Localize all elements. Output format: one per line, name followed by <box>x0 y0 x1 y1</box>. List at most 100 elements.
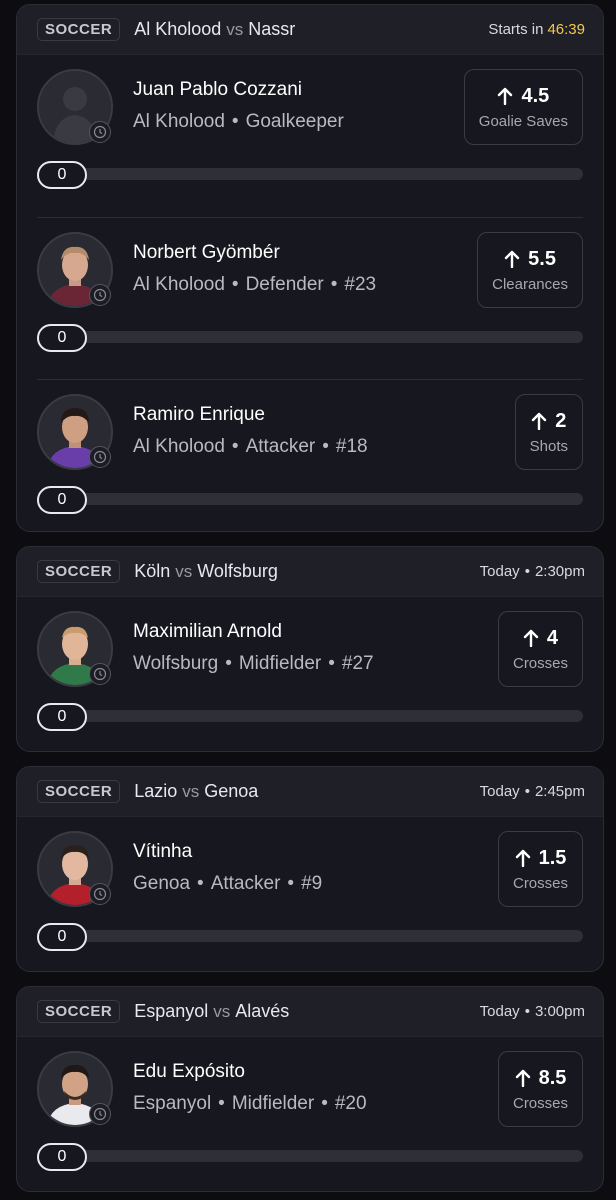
player-team: Genoa <box>133 873 191 894</box>
progress-value: 0 <box>37 161 87 189</box>
match-title[interactable]: Lazio vs Genoa <box>134 781 258 802</box>
clock-icon <box>89 663 111 685</box>
player-number: #20 <box>334 1093 367 1114</box>
clock-icon <box>89 446 111 468</box>
player-team: Espanyol <box>133 1093 212 1114</box>
clock-icon <box>89 121 111 143</box>
sport-badge: SOCCER <box>37 780 121 803</box>
player-position: Goalkeeper <box>245 111 344 132</box>
stat-label: Crosses <box>512 1094 568 1112</box>
arrow-up-icon <box>504 250 520 268</box>
player-row[interactable]: Edu Expósito Espanyol • Midfielder • #20 8.5… <box>37 1037 583 1191</box>
stat-label: Goalie Saves <box>478 112 568 130</box>
projection-button[interactable]: 4 Crosses <box>497 611 583 687</box>
arrow-up-icon <box>498 87 513 105</box>
away-team: Genoa <box>204 781 259 801</box>
player-number: #27 <box>341 653 374 674</box>
time-day: Today <box>479 563 520 580</box>
player-team: Al Kholood <box>133 111 225 132</box>
player-row[interactable]: Juan Pablo Cozzani Al Kholood • Goalkeeper… <box>37 55 583 217</box>
line-value: 4 <box>546 626 559 649</box>
home-team: Espanyol <box>134 1001 209 1021</box>
vs-label: vs <box>213 1002 231 1021</box>
match-header: SOCCER Lazio vs Genoa Today • 2:45pm <box>17 767 603 817</box>
progress-value: 0 <box>37 923 87 951</box>
stat-label: Crosses <box>512 654 568 672</box>
line-value: 5.5 <box>528 247 556 270</box>
player-info: Al Kholood • Attacker • #18 <box>133 436 368 457</box>
line-value: 1.5 <box>538 846 567 869</box>
player-name: Maximilian Arnold <box>133 621 282 642</box>
player-name: Juan Pablo Cozzani <box>133 79 302 100</box>
player-row[interactable]: Vítinha Genoa • Attacker • #9 1.5 Crosses 0 <box>37 817 583 971</box>
progress-track <box>37 1150 583 1162</box>
vs-label: vs <box>226 20 244 39</box>
sport-badge: SOCCER <box>37 560 121 583</box>
home-team: Al Kholood <box>134 19 222 39</box>
match-title[interactable]: Espanyol vs Alavés <box>134 1001 289 1022</box>
player-team: Wolfsburg <box>133 653 219 674</box>
player-info: Al Kholood • Goalkeeper <box>133 111 344 132</box>
line-value: 4.5 <box>521 84 550 107</box>
projection-button[interactable]: 2 Shots <box>514 394 583 470</box>
home-team: Köln <box>134 561 171 581</box>
player-row[interactable]: Norbert Gyömbér Al Kholood • Defender • #23 … <box>37 217 583 379</box>
projection-button[interactable]: 5.5 Clearances <box>477 232 583 308</box>
player-row[interactable]: Maximilian Arnold Wolfsburg • Midfielder • #… <box>37 597 583 751</box>
away-team: Alavés <box>235 1001 290 1021</box>
start-time: Today • 2:45pm <box>479 783 585 800</box>
match-header: SOCCER Espanyol vs Alavés Today • 3:00pm <box>17 987 603 1037</box>
vs-label: vs <box>182 782 200 801</box>
player-position: Midfielder <box>231 1093 315 1114</box>
player-position: Midfielder <box>238 653 322 674</box>
arrow-up-icon <box>515 1069 530 1087</box>
start-time: Today • 2:30pm <box>479 563 585 580</box>
stat-label: Clearances <box>492 275 568 293</box>
arrow-up-icon <box>532 412 547 430</box>
match-header: SOCCER Al Kholood vs Nassr Starts in 46:39 <box>17 5 603 55</box>
stat-label: Shots <box>529 437 568 455</box>
away-team: Nassr <box>248 19 296 39</box>
time-day: Today <box>479 1003 520 1020</box>
progress-track <box>37 331 583 343</box>
progress-value: 0 <box>37 1143 87 1171</box>
progress-track <box>37 168 583 180</box>
projection-button[interactable]: 1.5 Crosses <box>497 831 583 907</box>
projection-button[interactable]: 4.5 Goalie Saves <box>463 69 583 145</box>
projection-button[interactable]: 8.5 Crosses <box>497 1051 583 1127</box>
time-prefix: Starts in <box>488 21 544 38</box>
player-name: Ramiro Enrique <box>133 404 265 425</box>
time-value: 2:30pm <box>534 563 585 580</box>
player-row[interactable]: Ramiro Enrique Al Kholood • Attacker • #18 2… <box>37 379 583 531</box>
match-card: SOCCER Lazio vs Genoa Today • 2:45pm Vítinha… <box>16 766 604 972</box>
clock-icon <box>89 284 111 306</box>
player-info: Al Kholood • Defender • #23 <box>133 274 377 295</box>
start-time: Starts in 46:39 <box>488 21 585 38</box>
line-value: 2 <box>555 409 567 432</box>
clock-icon <box>89 883 111 905</box>
player-team: Al Kholood <box>133 436 225 457</box>
arrow-up-icon <box>523 629 539 647</box>
player-name: Norbert Gyömbér <box>133 242 280 263</box>
player-info: Espanyol • Midfielder • #20 <box>133 1093 367 1114</box>
match-title[interactable]: Al Kholood vs Nassr <box>134 19 295 40</box>
clock-icon <box>89 1103 111 1125</box>
player-position: Attacker <box>245 436 316 457</box>
sport-badge: SOCCER <box>37 18 121 41</box>
time-value: 3:00pm <box>534 1003 585 1020</box>
progress-track <box>37 710 583 722</box>
vs-label: vs <box>175 562 193 581</box>
match-card: SOCCER Espanyol vs Alavés Today • 3:00pm Edu… <box>16 986 604 1192</box>
progress-track <box>37 493 583 505</box>
sport-badge: SOCCER <box>37 1000 121 1023</box>
player-position: Defender <box>245 274 324 295</box>
player-name: Edu Expósito <box>133 1061 245 1082</box>
progress-value: 0 <box>37 486 87 514</box>
player-info: Genoa • Attacker • #9 <box>133 873 323 894</box>
match-title[interactable]: Köln vs Wolfsburg <box>134 561 278 582</box>
player-name: Vítinha <box>133 841 193 862</box>
home-team: Lazio <box>134 781 178 801</box>
player-team: Al Kholood <box>133 274 225 295</box>
countdown: 46:39 <box>547 21 585 38</box>
player-info: Wolfsburg • Midfielder • #27 <box>133 653 374 674</box>
